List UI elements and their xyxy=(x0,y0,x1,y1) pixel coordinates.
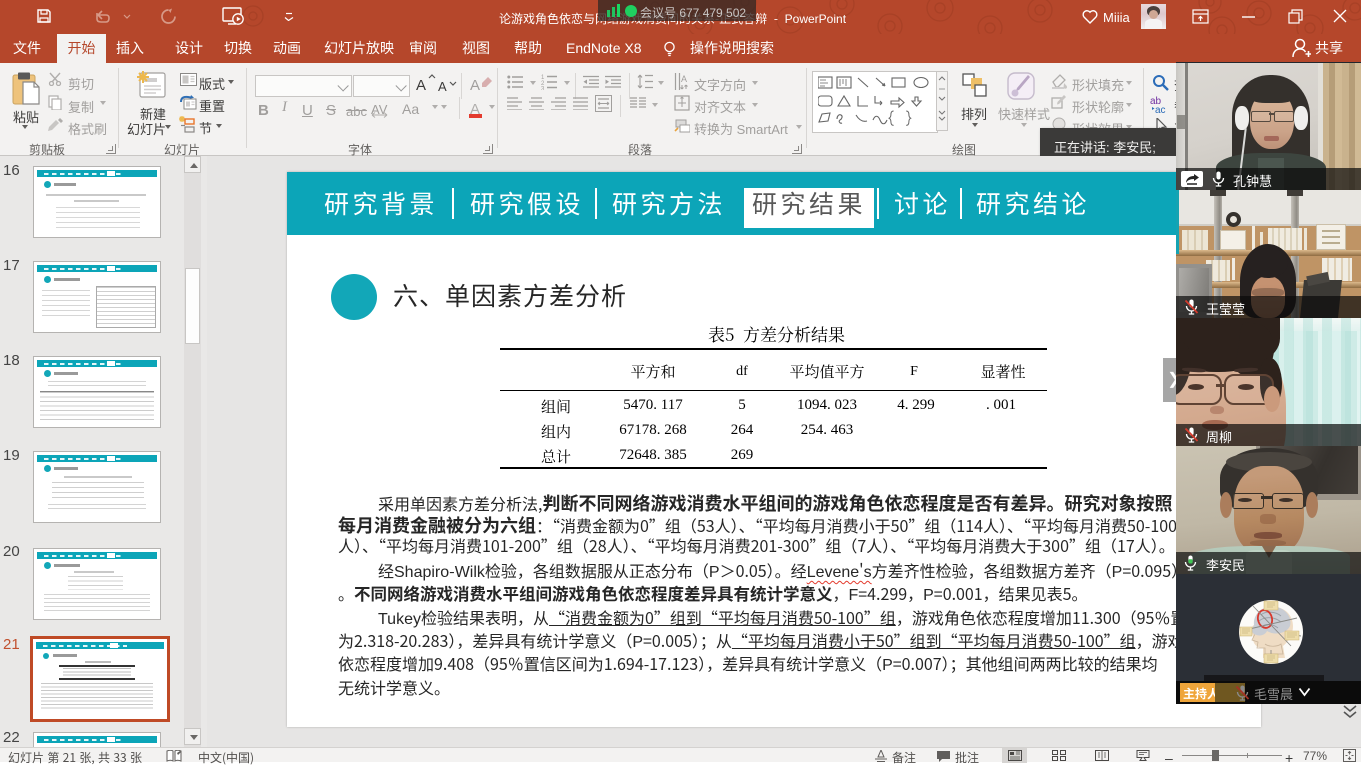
svg-text:3: 3 xyxy=(541,87,545,91)
svg-text:ac: ac xyxy=(1155,105,1166,114)
svg-text:A: A xyxy=(681,74,687,84)
